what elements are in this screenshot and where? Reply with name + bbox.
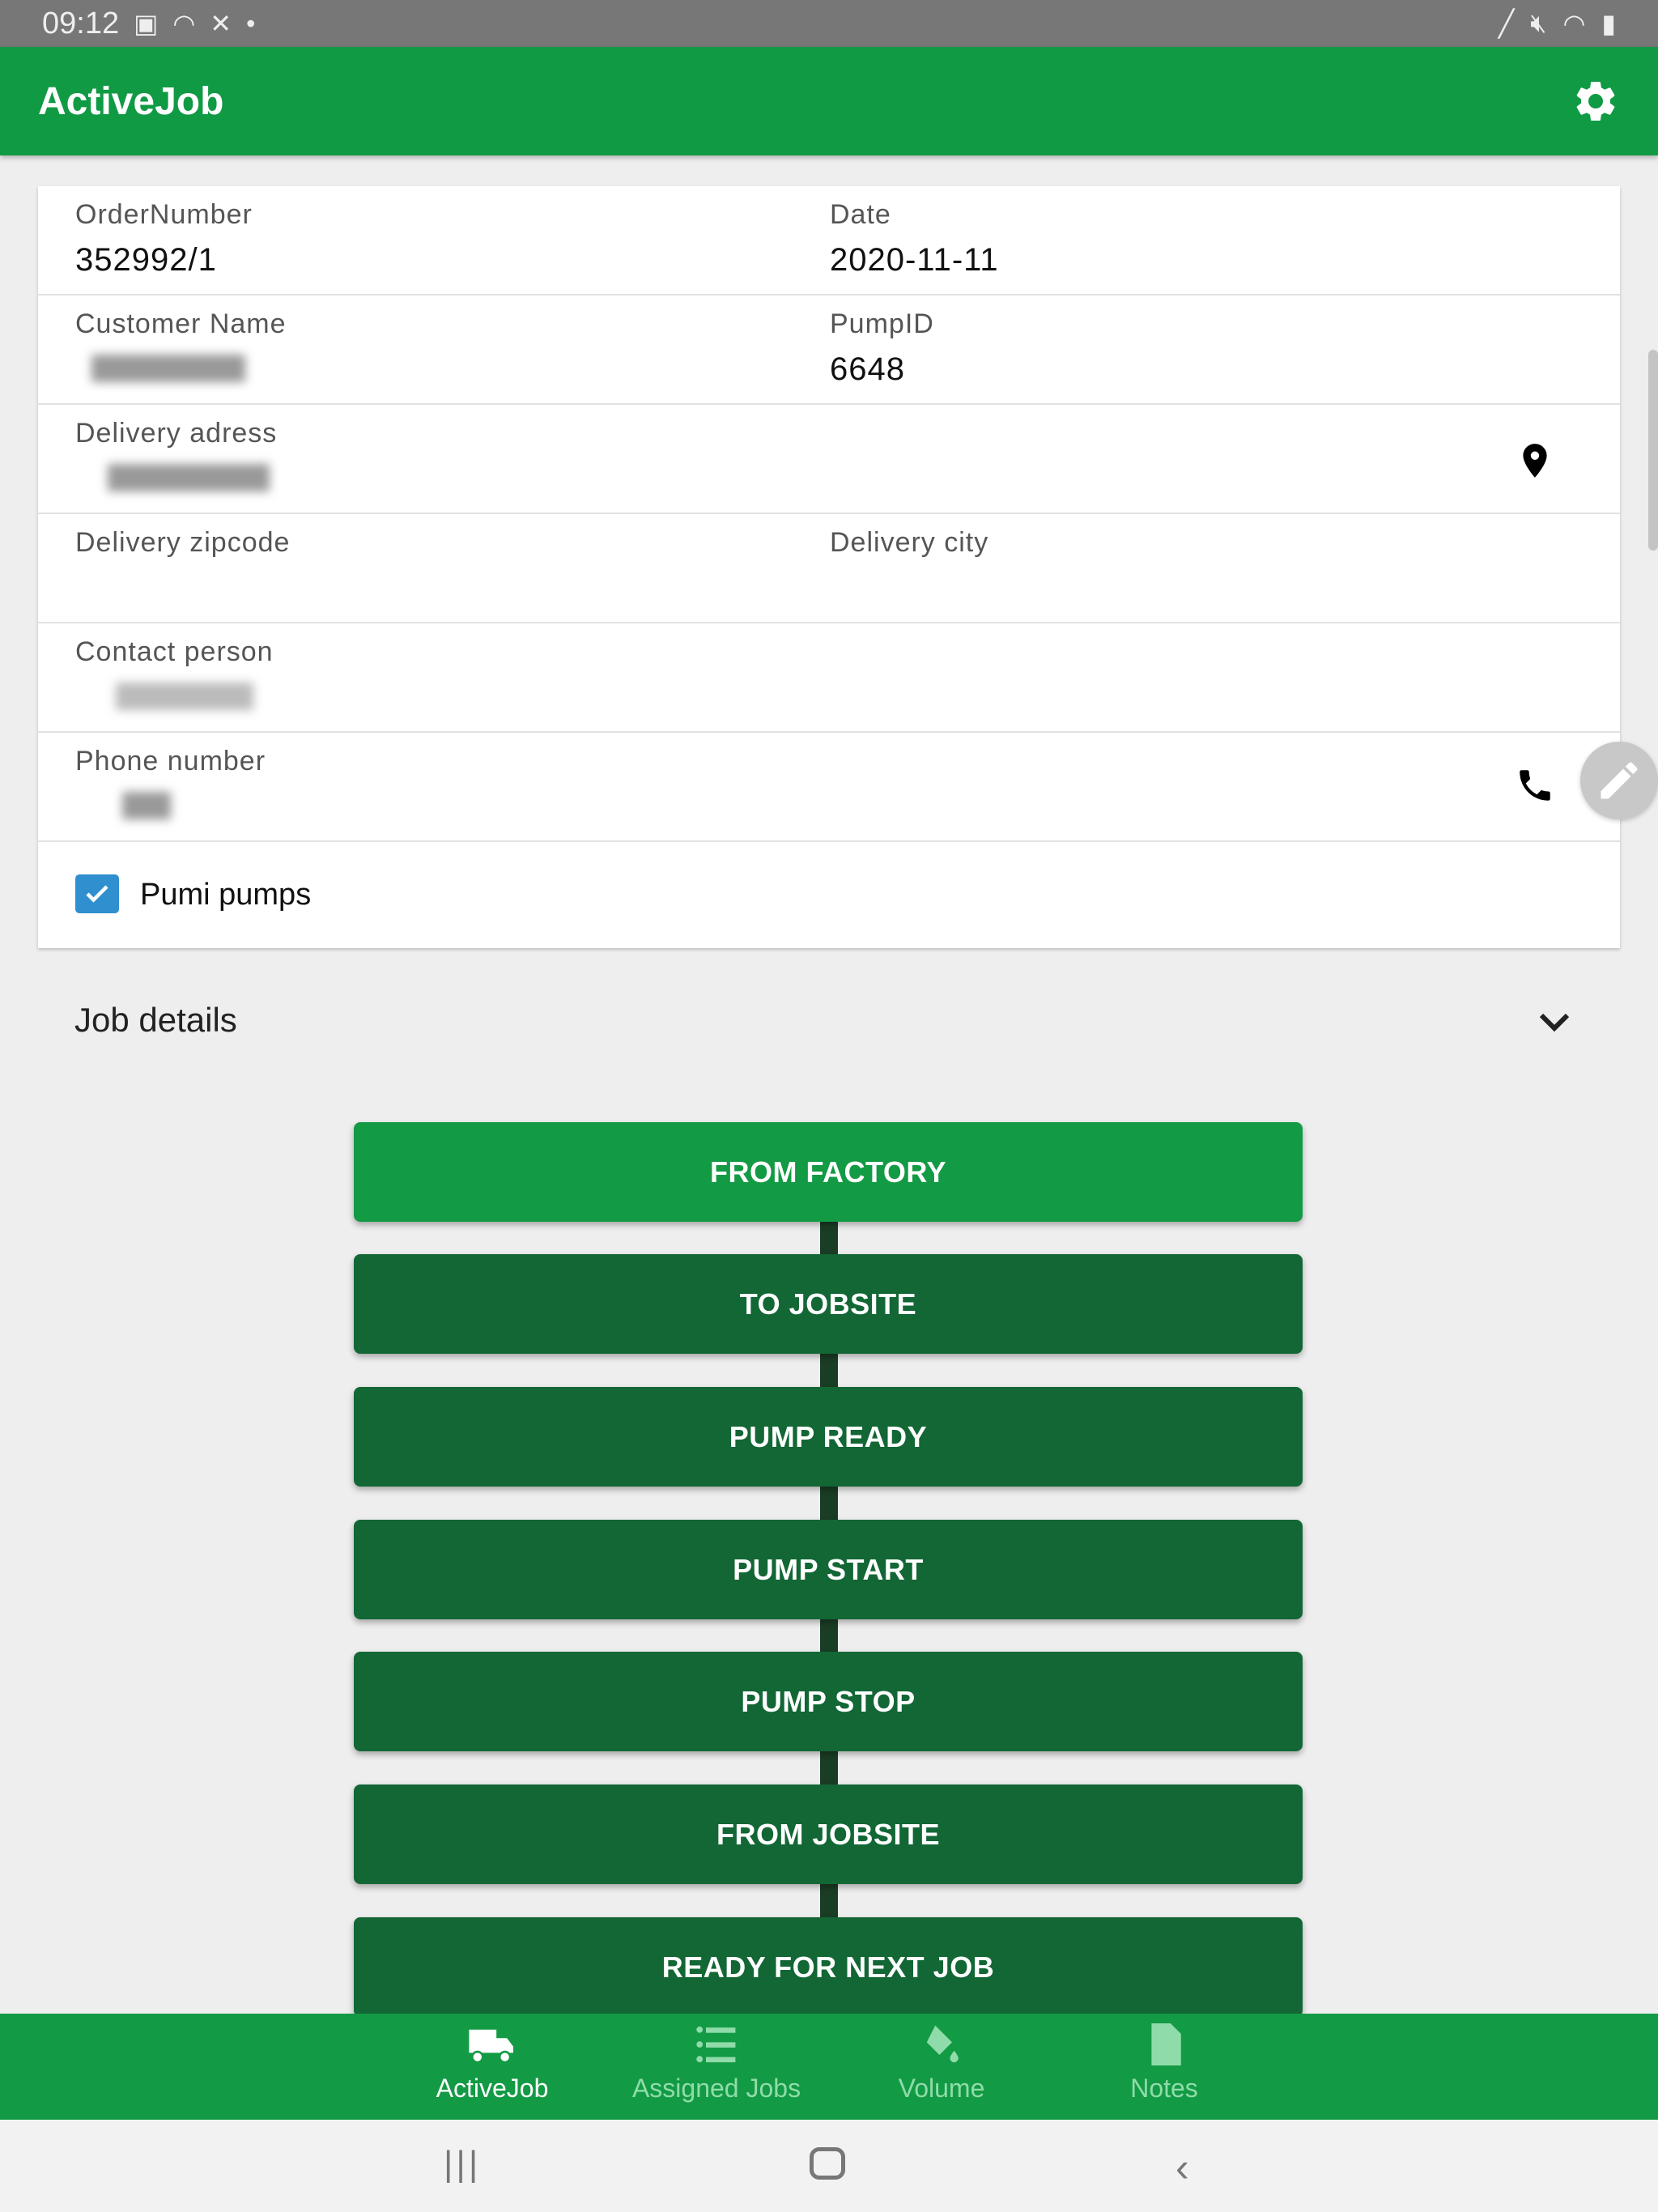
pencil-icon (1601, 762, 1638, 799)
list-icon (696, 2026, 736, 2063)
row-pumi: Pumi pumps (38, 842, 1620, 951)
delivery-address-label: Delivery adress (75, 418, 278, 449)
edit-button[interactable] (1580, 742, 1658, 819)
order-number-value: 352992/1 (75, 242, 217, 278)
from-jobsite-button[interactable]: FROM JOBSITE (354, 1784, 1303, 1884)
wifi-icon: ◠ (172, 9, 196, 38)
page-title: ActiveJob (38, 79, 224, 123)
date-value: 2020-11-11 (830, 242, 999, 278)
chevron-down-icon[interactable] (1538, 1010, 1571, 1033)
nav-activejob[interactable]: ActiveJob (387, 2023, 597, 2104)
wifi-signal-icon: ◠ (1562, 9, 1586, 38)
delivery-address-redacted (108, 464, 270, 491)
row-phone: Phone number (38, 733, 1620, 842)
date-label: Date (830, 199, 891, 230)
status-time: 09:12 (42, 6, 120, 40)
from-factory-button[interactable]: FROM FACTORY (354, 1122, 1303, 1222)
customer-name-redacted (91, 355, 245, 382)
pump-start-button[interactable]: PUMP START (354, 1520, 1303, 1619)
nav-assigned-jobs[interactable]: Assigned Jobs (611, 2023, 822, 2104)
pumi-pumps-label: Pumi pumps (140, 878, 312, 912)
home-icon[interactable] (810, 2147, 845, 2180)
pump-ready-button[interactable]: PUMP READY (354, 1387, 1303, 1487)
row-customer: Customer Name PumpID 6648 (38, 296, 1620, 405)
contact-person-label: Contact person (75, 636, 274, 667)
row-contact: Contact person (38, 623, 1620, 733)
status-bar: 09:12 ▣ ◠ ✕ • ╱ 🔇︎ ◠ ▮ (0, 0, 1658, 47)
delivery-zipcode-label: Delivery zipcode (75, 527, 291, 558)
delivery-city-label: Delivery city (830, 527, 989, 558)
battery-icon: ▮ (1601, 9, 1616, 38)
to-jobsite-button[interactable]: TO JOBSITE (354, 1254, 1303, 1354)
pen-icon: ╱ (1499, 9, 1515, 38)
order-info-card: OrderNumber 352992/1 Date 2020-11-11 Custo… (38, 186, 1620, 948)
nav-notes[interactable]: Notes (1059, 2023, 1269, 2104)
note-icon (1151, 2023, 1181, 2065)
dot-icon: • (246, 8, 256, 38)
contact-person-redacted (116, 683, 253, 710)
system-navigation-bar: ||| ‹ (0, 2120, 1658, 2212)
nav-label: Notes (1130, 2074, 1198, 2103)
pump-id-value: 6648 (830, 351, 905, 387)
nav-label: Assigned Jobs (631, 2074, 801, 2103)
nav-label: ActiveJob (436, 2074, 549, 2103)
phone-icon[interactable] (1515, 765, 1555, 806)
row-order: OrderNumber 352992/1 Date 2020-11-11 (38, 186, 1620, 296)
row-zip-city: Delivery zipcode Delivery city (38, 514, 1620, 623)
map-pin-icon[interactable] (1515, 440, 1555, 481)
ready-for-next-job-button[interactable]: READY FOR NEXT JOB (354, 1917, 1303, 2017)
bottom-navigation: ActiveJob Assigned Jobs Volume Notes (0, 2014, 1658, 2120)
mute-icon: 🔇︎ (1530, 8, 1547, 37)
recent-apps-icon[interactable]: ||| (444, 2144, 481, 2184)
back-icon[interactable]: ‹ (1175, 2144, 1189, 2191)
check-icon (86, 885, 108, 903)
row-address: Delivery adress (38, 405, 1620, 514)
phone-number-label: Phone number (75, 746, 266, 776)
pump-stop-button[interactable]: PUMP STOP (354, 1652, 1303, 1751)
order-number-label: OrderNumber (75, 199, 253, 230)
nav-label: Volume (898, 2074, 985, 2103)
scrollbar[interactable] (1648, 350, 1658, 551)
image-icon: ▣ (134, 9, 159, 38)
paint-bucket-icon (926, 2025, 959, 2063)
nav-volume[interactable]: Volume (836, 2023, 1047, 2104)
job-details-header[interactable]: Job details (74, 1001, 237, 1040)
phone-number-redacted (122, 792, 171, 819)
pumi-pumps-checkbox[interactable] (75, 874, 119, 913)
truck-icon (469, 2029, 513, 2064)
customer-name-label: Customer Name (75, 308, 287, 339)
app-bar: ActiveJob (0, 47, 1658, 155)
tools-icon: ✕ (210, 9, 232, 38)
pump-id-label: PumpID (830, 308, 934, 339)
gear-icon[interactable] (1571, 77, 1620, 125)
